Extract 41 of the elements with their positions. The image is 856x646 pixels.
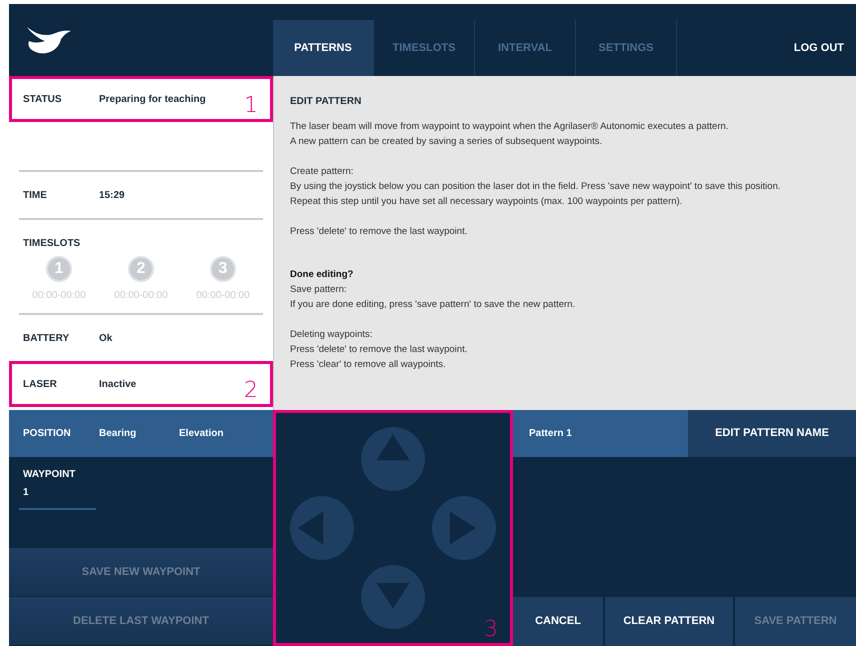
section-title: EDIT PATTERN (290, 95, 362, 109)
help-text: Press 'delete' to remove the last waypoint. (290, 225, 468, 239)
callout-number: 2 (244, 380, 258, 402)
section-label: TIMESLOTS (22, 237, 82, 251)
row-value: Inactive (99, 378, 136, 392)
pattern-action-button[interactable]: CLEAR PATTERN (605, 597, 733, 646)
position-label: POSITION (23, 427, 72, 441)
edit-pattern-name-button[interactable]: EDIT PATTERN NAME (688, 410, 856, 457)
help-text: Deleting waypoints: (290, 328, 374, 342)
row-value: Preparing for teaching (99, 92, 206, 106)
pattern-name: Pattern 1 (513, 410, 688, 457)
bird-logo-icon (25, 25, 73, 55)
help-text: Save pattern: (290, 283, 348, 297)
callout-number: 1 (244, 95, 258, 117)
subheading: Done editing? (290, 268, 354, 282)
waypoint-value: 1 (23, 486, 30, 500)
arrow-up-button[interactable] (360, 426, 425, 491)
row-label: BATTERY (23, 332, 70, 346)
row-label: STATUS (23, 92, 63, 106)
row-value: Ok (99, 332, 112, 346)
arrow-left-button[interactable] (290, 496, 354, 560)
row-value: 15:29 (99, 188, 125, 202)
help-text: By using the joystick below you can position the laser dot in the field. Press 'save new waypoint' to save this position. (290, 180, 782, 194)
nav-tab[interactable]: PATTERNS (273, 20, 374, 76)
callout-number: 3 (484, 619, 498, 641)
position-column: Elevation (179, 426, 259, 441)
help-text: A new pattern can be created by saving a series of subsequent waypoints. (290, 135, 604, 149)
row-label: LASER (23, 378, 58, 392)
arrow-down-button[interactable] (360, 565, 425, 630)
pattern-action-button[interactable]: CANCEL (513, 597, 603, 646)
row-label: TIME (23, 188, 48, 202)
arrow-right-button[interactable] (432, 496, 496, 560)
help-text: Press 'delete' to remove the last waypoint. (290, 343, 468, 357)
waypoint-label: WAYPOINT (23, 468, 76, 482)
help-text: The laser beam will move from waypoint to waypoint when the Agrilaser® Autonomic executes a pattern. (290, 120, 730, 134)
help-text: Repeat this step until you have set all necessary waypoints (max. 100 waypoints per pattern). (290, 195, 684, 209)
help-text: Create pattern: (290, 165, 354, 179)
position-column: Bearing (99, 426, 179, 441)
logout-button[interactable]: LOG OUT (794, 40, 844, 56)
help-text: If you are done editing, press 'save pattern' to save the new pattern. (290, 298, 576, 312)
help-text: Press 'clear' to remove all waypoints. (290, 358, 447, 372)
